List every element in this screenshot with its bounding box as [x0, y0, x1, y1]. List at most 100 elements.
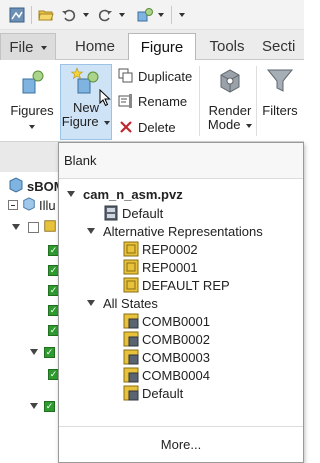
expand-triangle-icon [30, 349, 38, 355]
new-figure-label-line2: Figure [61, 115, 111, 129]
new-figure-label-text: Figure [61, 114, 99, 129]
tree-expand-row[interactable]: ✓ [30, 398, 55, 414]
delete-icon [118, 119, 134, 135]
filters-label: Filters [262, 103, 298, 118]
tab-figure[interactable]: Figure [128, 33, 196, 61]
checked-icon: ✓ [44, 346, 55, 358]
all-states-node[interactable]: All States [87, 294, 158, 312]
render-mode-button[interactable]: Render Mode [204, 66, 256, 138]
tree-child-row[interactable]: Illu [8, 196, 56, 214]
expand-triangle-icon [87, 300, 95, 306]
state-item-label: Default [142, 385, 184, 401]
render-mode-label-line2: Mode [204, 118, 256, 132]
more-option[interactable]: More... [59, 426, 303, 462]
duplicate-button[interactable]: Duplicate [118, 66, 192, 86]
state-item-label: COMB0004 [142, 367, 210, 383]
mouse-cursor-icon [99, 88, 111, 110]
new-figure-button[interactable]: New Figure [60, 64, 112, 140]
tab-figure-label: Figure [140, 39, 184, 56]
state-icon [123, 367, 139, 383]
state-item[interactable]: COMB0003 [123, 348, 210, 366]
state-item[interactable]: COMB0002 [123, 330, 210, 348]
tab-tools[interactable]: Tools [198, 33, 256, 60]
all-states-label: All States [103, 295, 158, 311]
rep-item[interactable]: REP0002 [123, 240, 198, 258]
duplicate-icon [118, 68, 134, 84]
alt-reps-node[interactable]: Alternative Representations [87, 222, 263, 240]
expand-triangle-icon [12, 224, 20, 230]
state-icon [123, 385, 139, 401]
open-folder-icon[interactable] [37, 7, 55, 23]
representation-icon [123, 277, 139, 293]
rep-item[interactable]: REP0001 [123, 258, 198, 276]
tab-home-label: Home [74, 38, 115, 55]
file-node-label: cam_n_asm.pvz [83, 186, 183, 202]
tree-root-row[interactable]: sBOM [8, 176, 65, 194]
state-item[interactable]: COMB0001 [123, 312, 210, 330]
state-item-label: COMB0001 [142, 313, 210, 329]
delete-button[interactable]: Delete [118, 117, 176, 137]
tree-expand-row[interactable] [12, 219, 57, 235]
redo-icon[interactable] [96, 7, 114, 23]
render-mode-label-line1: Render [208, 103, 252, 118]
part-icon [22, 196, 36, 214]
figures-label: Figures [10, 103, 54, 118]
tab-home[interactable]: Home [64, 33, 126, 60]
figures-icon [8, 66, 56, 98]
rep-item-label: DEFAULT REP [142, 277, 230, 293]
tree-expand-row[interactable]: ✓ [30, 344, 55, 360]
state-item[interactable]: Default [123, 384, 183, 402]
rep-item[interactable]: DEFAULT REP [123, 276, 230, 294]
representation-icon [123, 241, 139, 257]
rename-icon [118, 93, 134, 109]
tab-file[interactable]: File [0, 33, 56, 60]
default-top-label: Default [122, 205, 164, 221]
state-icon [103, 205, 119, 221]
blank-option[interactable]: Blank [59, 143, 303, 179]
rep-item-label: REP0001 [142, 259, 198, 275]
rename-button[interactable]: Rename [118, 91, 187, 111]
tab-file-label: File [9, 39, 34, 56]
rename-label: Rename [138, 93, 188, 109]
state-icon [123, 331, 139, 347]
rep-item-label: REP0002 [142, 241, 198, 257]
redo-dropdown-caret[interactable] [118, 7, 126, 23]
figures-button[interactable]: Figures [8, 66, 56, 138]
checkbox-icon [28, 221, 39, 233]
default-top-item[interactable]: Default [103, 204, 163, 222]
structure-tree: sBOM Illu ✓ ✓ ✓ ✓ ✓ ✓ ✓ ✓ [0, 172, 65, 463]
state-item[interactable]: COMB0004 [123, 366, 210, 384]
tab-section[interactable]: Secti [262, 33, 304, 60]
ribbon-tabs: File Home Figure Tools Secti [0, 30, 304, 61]
delete-label: Delete [138, 119, 176, 135]
filters-button[interactable]: Filters [258, 66, 302, 138]
tab-section-label: Secti [262, 38, 296, 55]
app-icon[interactable] [8, 7, 26, 23]
figure-quick-caret[interactable] [157, 7, 165, 23]
state-icon [123, 313, 139, 329]
state-item-label: COMB0002 [142, 331, 210, 347]
state-item-label: COMB0003 [142, 349, 210, 365]
customize-toolbar-caret[interactable] [177, 7, 187, 23]
duplicate-label: Duplicate [138, 68, 193, 84]
render-mode-label-text: Mode [207, 117, 241, 132]
undo-icon[interactable] [60, 7, 78, 23]
assembly-icon [43, 219, 57, 236]
ribbon-separator [256, 66, 257, 136]
render-mode-icon [204, 66, 256, 98]
expand-triangle-icon [30, 403, 38, 409]
file-node[interactable]: cam_n_asm.pvz [67, 185, 183, 203]
undo-dropdown-caret[interactable] [82, 7, 90, 23]
figures-caret-icon [29, 125, 35, 129]
figure-quick-icon[interactable] [135, 7, 155, 23]
file-caret-icon [40, 46, 47, 51]
collapse-box-icon [8, 200, 18, 210]
new-figure-caret-icon [104, 120, 111, 125]
tree-child-label: Illu [39, 197, 56, 213]
tab-tools-label: Tools [209, 38, 245, 55]
expand-triangle-icon [67, 191, 75, 197]
representation-icon [123, 259, 139, 275]
filter-funnel-icon [258, 66, 302, 98]
expand-triangle-icon [87, 228, 95, 234]
checked-icon: ✓ [44, 400, 55, 412]
